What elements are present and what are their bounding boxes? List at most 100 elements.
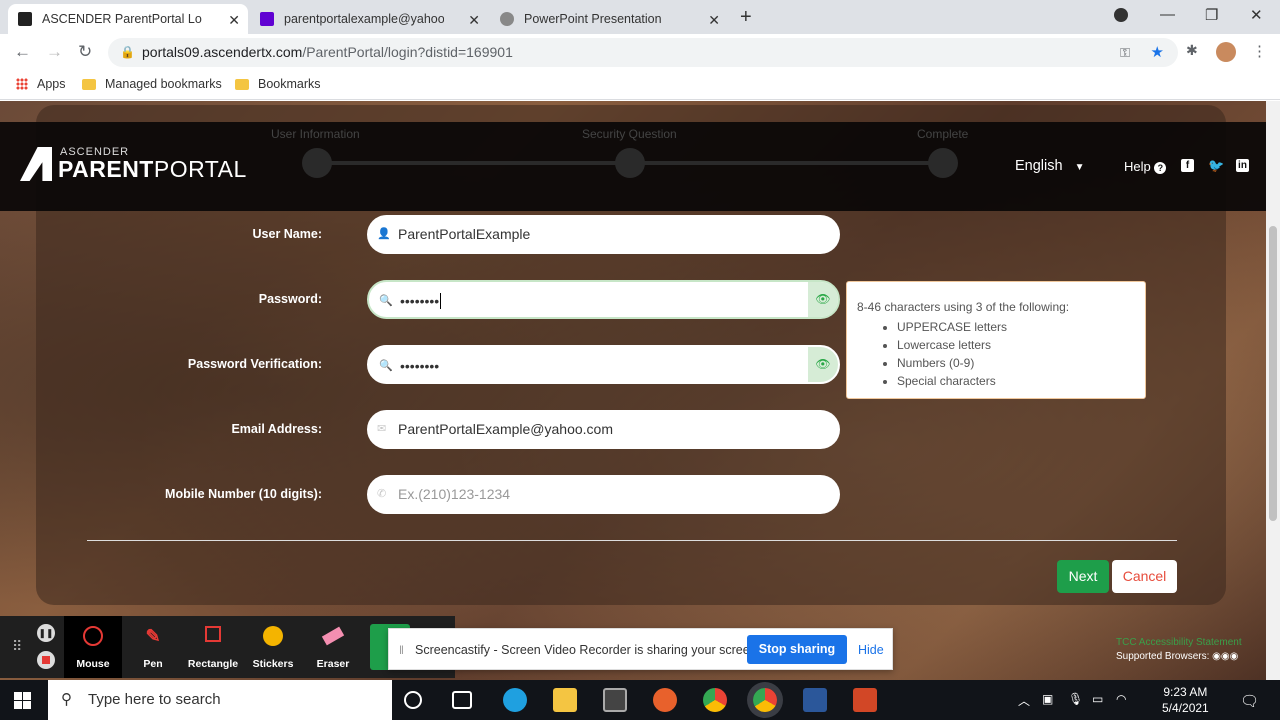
- scrollbar-thumb[interactable]: [1269, 226, 1277, 521]
- mobile-field[interactable]: ✆ Ex.(210)123-1234: [367, 475, 840, 514]
- tab-ascender[interactable]: ASCENDER ParentPortal Login ✕: [8, 4, 248, 34]
- back-icon[interactable]: ←: [14, 42, 31, 62]
- close-tab-icon[interactable]: ✕: [228, 12, 240, 29]
- key-icon[interactable]: ⚿: [1120, 38, 1130, 67]
- powerpoint-icon[interactable]: [853, 688, 877, 712]
- menu-icon[interactable]: ⋮: [1252, 42, 1267, 60]
- cortana-icon[interactable]: [404, 691, 422, 709]
- language-label: English: [1015, 158, 1063, 174]
- step-dot: [928, 148, 958, 178]
- star-icon[interactable]: ★: [1151, 38, 1164, 67]
- clock-time: 9:23 AM: [1163, 685, 1208, 699]
- tool-label: Mouse: [76, 658, 110, 670]
- user-icon: 👤: [377, 228, 391, 240]
- tool-label: Stickers: [252, 658, 294, 670]
- username-value: ParentPortalExample: [398, 226, 531, 242]
- password-field[interactable]: 🔍 •••••••• 👁: [367, 280, 840, 319]
- help-link[interactable]: Help ?: [1124, 159, 1167, 174]
- question-icon: ?: [1154, 162, 1167, 174]
- step-dot: [302, 148, 332, 178]
- store-icon[interactable]: [603, 688, 627, 712]
- chrome-icon[interactable]: [703, 688, 727, 712]
- close-window-icon[interactable]: ✕: [1250, 6, 1263, 24]
- show-password-eye-icon[interactable]: 👁: [808, 282, 838, 317]
- firefox-icon[interactable]: [653, 688, 677, 712]
- bookmark-bookmarks[interactable]: Bookmarks: [235, 77, 321, 91]
- next-button[interactable]: Next: [1057, 560, 1109, 593]
- avatar[interactable]: [1216, 42, 1236, 62]
- wifi-icon[interactable]: ◠: [1116, 692, 1126, 706]
- facebook-icon[interactable]: f: [1181, 159, 1194, 172]
- tab-search-icon[interactable]: [1114, 8, 1128, 22]
- pause-icon[interactable]: ❚❚: [37, 624, 55, 642]
- cancel-button[interactable]: Cancel: [1112, 560, 1177, 593]
- key-icon: 🔍: [379, 360, 393, 372]
- battery-icon[interactable]: ▭: [1092, 692, 1103, 706]
- bookmark-label: Apps: [37, 77, 66, 91]
- tab-yahoo[interactable]: parentportalexample@yahoo.com ✕: [250, 4, 488, 34]
- task-view-icon[interactable]: [452, 691, 472, 709]
- clock-date: 5/4/2021: [1162, 701, 1209, 715]
- bookmark-label: Managed bookmarks: [105, 77, 222, 91]
- tool-pen[interactable]: ✎ Pen: [124, 616, 182, 678]
- email-field[interactable]: ✉ ParentPortalExample@yahoo.com: [367, 410, 840, 449]
- taskbar-clock[interactable]: 9:23 AM 5/4/2021: [1162, 684, 1209, 716]
- word-icon[interactable]: [803, 688, 827, 712]
- url-field[interactable]: 🔒 portals09.ascendertx.com/ParentPortal/…: [108, 38, 1178, 67]
- reload-icon[interactable]: ↻: [78, 42, 92, 62]
- sticker-smiley-icon: [263, 626, 283, 646]
- file-explorer-icon[interactable]: [553, 688, 577, 712]
- search-placeholder: Type here to search: [88, 691, 221, 708]
- drag-handle-icon[interactable]: ⠿: [12, 638, 22, 655]
- rule-numbers: Numbers (0-9): [897, 354, 1135, 372]
- tray-chevron-up-icon[interactable]: ︿: [1018, 692, 1030, 709]
- address-bar-row: ← → ↻ 🔒 portals09.ascendertx.com/ParentP…: [0, 34, 1280, 70]
- pen-icon: ✎: [145, 626, 161, 646]
- windows-taskbar: ⚲ Type here to search ︿ ▣ 🎙 ▭ ◠ 🔊 9:23 A…: [0, 680, 1280, 720]
- stop-sharing-button[interactable]: Stop sharing: [747, 635, 847, 664]
- microphone-icon[interactable]: 🎙: [1068, 692, 1083, 706]
- step-user-information: User Information: [271, 127, 360, 141]
- email-value: ParentPortalExample@yahoo.com: [398, 421, 613, 437]
- extensions-icon[interactable]: ✱: [1186, 42, 1198, 59]
- rule-special: Special characters: [897, 372, 1135, 390]
- bookmark-apps[interactable]: Apps: [16, 77, 66, 91]
- email-label: Email Address:: [231, 422, 322, 436]
- tool-rectangle[interactable]: Rectangle: [184, 616, 242, 678]
- linkedin-icon[interactable]: in: [1236, 159, 1249, 172]
- forward-icon[interactable]: →: [46, 42, 63, 62]
- password-verification-field[interactable]: 🔍 •••••••• 👁: [367, 345, 840, 384]
- password-value: ••••••••: [400, 293, 440, 309]
- taskbar-search-field[interactable]: ⚲ Type here to search: [48, 680, 392, 720]
- new-tab-icon[interactable]: +: [740, 6, 752, 29]
- chrome-active-icon[interactable]: [753, 688, 777, 712]
- eraser-icon: [321, 626, 345, 646]
- tool-stickers[interactable]: Stickers: [244, 616, 302, 678]
- tool-eraser[interactable]: Eraser: [304, 616, 362, 678]
- stop-record-icon[interactable]: [37, 651, 55, 669]
- tool-label: Pen: [143, 658, 163, 670]
- minimize-icon[interactable]: —: [1160, 6, 1175, 23]
- tab-powerpoint[interactable]: PowerPoint Presentation ✕: [490, 4, 728, 34]
- rectangle-icon: [205, 626, 221, 642]
- bookmark-managed[interactable]: Managed bookmarks: [82, 77, 222, 91]
- close-tab-icon[interactable]: ✕: [468, 12, 480, 29]
- password-verification-label: Password Verification:: [187, 357, 322, 371]
- windows-start-icon[interactable]: [14, 692, 31, 709]
- username-field[interactable]: 👤 ParentPortalExample: [367, 215, 840, 254]
- show-password-eye-icon[interactable]: 👁: [808, 347, 838, 382]
- language-select[interactable]: English ▼: [1015, 158, 1085, 174]
- tray-app-icon[interactable]: ▣: [1042, 692, 1053, 706]
- edge-icon[interactable]: [503, 688, 527, 712]
- close-tab-icon[interactable]: ✕: [708, 12, 720, 29]
- rule-uppercase: UPPERCASE letters: [897, 318, 1135, 336]
- tool-mouse[interactable]: Mouse: [64, 616, 122, 678]
- accessibility-link[interactable]: TCC Accessibility Statement: [1116, 636, 1242, 650]
- notifications-icon[interactable]: 🗨: [1240, 692, 1259, 710]
- restore-icon[interactable]: ❐: [1205, 6, 1218, 24]
- divider: [87, 540, 1177, 541]
- page-scrollbar[interactable]: [1266, 101, 1280, 680]
- hide-button[interactable]: Hide: [858, 643, 884, 657]
- step-security-question: Security Question: [582, 127, 677, 141]
- twitter-icon[interactable]: 🐦: [1208, 159, 1224, 172]
